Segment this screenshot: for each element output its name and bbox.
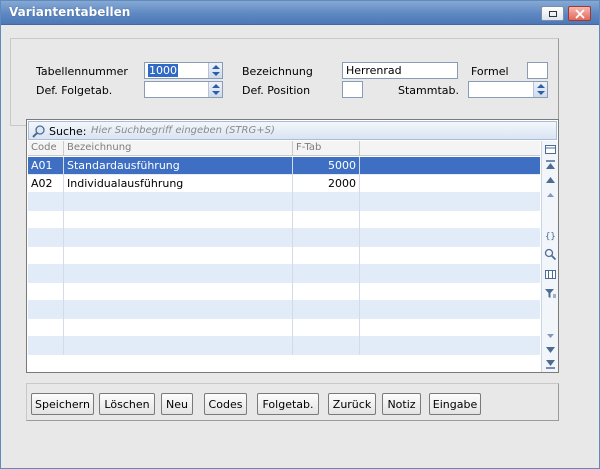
formel-field[interactable]	[527, 62, 548, 79]
empty-row	[28, 283, 540, 301]
stammtab-spin-button[interactable]	[533, 82, 547, 97]
table-row[interactable]: A01 Standardausführung 5000	[28, 157, 540, 175]
folgetab-button[interactable]: Folgetab.	[257, 393, 319, 415]
def-folgetab-label: Def. Folgetab.	[36, 84, 113, 97]
formel-label: Formel	[471, 65, 509, 78]
empty-row	[28, 337, 540, 355]
speichern-button[interactable]: Speichern	[31, 393, 94, 415]
def-folgetab-spin-button[interactable]	[208, 82, 222, 97]
search-bar[interactable]: Suche: Hier Suchbegriff eingeben (STRG+S…	[28, 121, 557, 140]
scroll-down-icon[interactable]	[544, 329, 557, 342]
spin-icon	[212, 65, 220, 76]
def-folgetab-field[interactable]	[144, 81, 223, 98]
scroll-bottom-icon[interactable]	[544, 357, 557, 370]
def-position-label: Def. Position	[242, 84, 311, 97]
stammtab-field[interactable]	[468, 81, 548, 98]
codes-button[interactable]: Codes	[204, 393, 247, 415]
bezeichnung-value: Herrenrad	[346, 64, 402, 77]
cell-ftab: 5000	[293, 157, 360, 175]
variants-grid: Suche: Hier Suchbegriff eingeben (STRG+S…	[26, 119, 559, 373]
cell-code: A01	[28, 157, 64, 175]
filter-icon[interactable]	[544, 287, 557, 300]
loeschen-button[interactable]: Löschen	[99, 393, 155, 415]
cell-code: A02	[28, 175, 64, 193]
empty-row	[28, 265, 540, 283]
scroll-top-icon[interactable]	[544, 159, 557, 172]
empty-row	[28, 229, 540, 247]
close-icon	[575, 9, 585, 19]
grid-view-icon[interactable]	[544, 268, 557, 281]
zurueck-button[interactable]: Zurück	[328, 393, 376, 415]
stammtab-label: Stammtab.	[398, 84, 459, 97]
bezeichnung-label: Bezeichnung	[242, 65, 313, 78]
button-bar: Speichern Löschen Neu Codes Folgetab. Zu…	[26, 383, 559, 421]
empty-row	[28, 193, 540, 211]
cell-ftab: 2000	[293, 175, 360, 193]
def-position-field[interactable]	[342, 81, 363, 98]
cell-bezeichnung: Standardausführung	[64, 157, 293, 175]
search-icon	[32, 125, 45, 138]
window-title: Variantentabellen	[9, 5, 131, 19]
svg-text:{}: {}	[545, 232, 556, 242]
notiz-button[interactable]: Notiz	[382, 393, 421, 415]
tabellennummer-spin-button[interactable]	[208, 63, 222, 78]
spin-icon	[537, 84, 545, 95]
main-window: Variantentabellen Tabellennummer 1000 Be…	[0, 0, 600, 469]
empty-row	[28, 247, 540, 265]
table-body: A01 Standardausführung 5000 A02 Individu…	[28, 157, 540, 355]
tabellennummer-field[interactable]: 1000	[144, 62, 223, 79]
tabellennummer-value: 1000	[148, 64, 178, 77]
empty-row	[28, 211, 540, 229]
column-header-code[interactable]: Code	[28, 141, 64, 156]
eingabe-button[interactable]: Eingabe	[429, 393, 481, 415]
table-header: Code Bezeichnung F-Tab	[28, 141, 540, 156]
restore-icon	[549, 11, 557, 17]
cell-bezeichnung: Individualausführung	[64, 175, 293, 193]
tabellennummer-label: Tabellennummer	[36, 65, 128, 78]
title-bar[interactable]: Variantentabellen	[1, 1, 599, 25]
scroll-down-icon[interactable]	[544, 343, 557, 356]
spin-icon	[212, 84, 220, 95]
empty-row	[28, 319, 540, 337]
empty-row	[28, 301, 540, 319]
columns-icon[interactable]	[544, 143, 557, 156]
column-header-bezeichnung[interactable]: Bezeichnung	[64, 141, 293, 156]
search-input[interactable]: Hier Suchbegriff eingeben (STRG+S)	[91, 125, 275, 136]
vertical-scrollbar[interactable]: {}	[541, 141, 558, 372]
close-button[interactable]	[568, 6, 591, 21]
column-header-ftab[interactable]: F-Tab	[293, 141, 360, 156]
scroll-up-icon[interactable]	[544, 189, 557, 202]
search-label: Suche:	[49, 125, 87, 138]
zoom-icon[interactable]	[544, 248, 557, 261]
neu-button[interactable]: Neu	[161, 393, 193, 415]
restore-button[interactable]	[541, 6, 564, 21]
scroll-up-icon[interactable]	[544, 174, 557, 187]
table-row[interactable]: A02 Individualausführung 2000	[28, 175, 540, 193]
braces-icon[interactable]: {}	[544, 229, 557, 242]
bezeichnung-field[interactable]: Herrenrad	[342, 62, 458, 79]
